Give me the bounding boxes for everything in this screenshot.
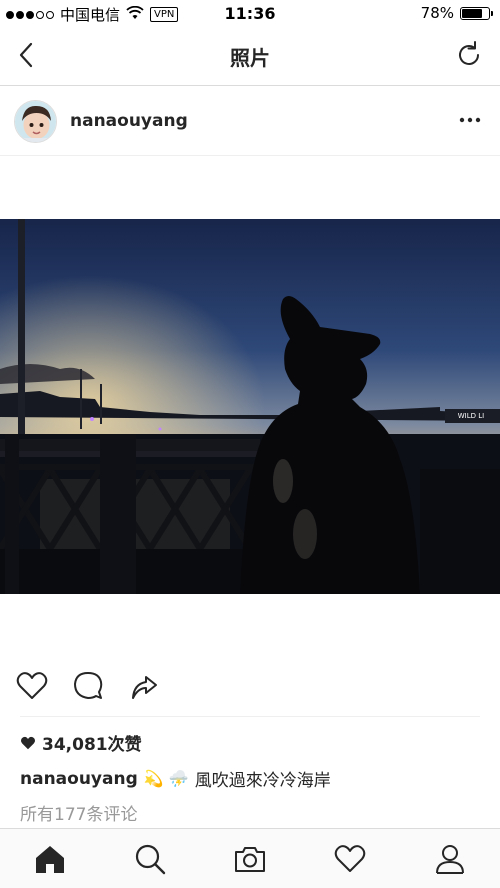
home-icon — [36, 846, 64, 873]
refresh-icon — [459, 41, 479, 65]
caption-username[interactable]: nanaouyang — [20, 769, 138, 789]
caption: nanaouyang 💫 ⛈️ 風吹過來冷冷海岸 — [20, 766, 331, 792]
comment-icon — [74, 672, 103, 699]
avatar-image — [15, 101, 56, 142]
search-icon — [135, 844, 166, 875]
status-right: 78% — [420, 4, 493, 22]
like-button[interactable] — [14, 668, 50, 704]
battery-percent: 78% — [420, 4, 454, 22]
sunset-silhouette-image: WILD LI — [0, 219, 500, 594]
nav-bar: 照片 — [0, 28, 500, 86]
svg-text:WILD LI: WILD LI — [458, 412, 484, 420]
heart-filled-icon — [20, 736, 36, 749]
tab-activity[interactable] — [332, 841, 368, 877]
tab-home[interactable] — [32, 841, 68, 877]
share-button[interactable] — [126, 668, 162, 704]
likes-count[interactable]: 34,081次赞 — [20, 730, 142, 755]
view-all-comments-link[interactable]: 所有177条评论 — [20, 800, 137, 825]
battery-icon — [460, 6, 493, 20]
ellipsis-icon — [459, 117, 481, 123]
activity-heart-icon — [334, 845, 366, 872]
post-actions — [0, 668, 500, 708]
status-bar: 中国电信 VPN 11:36 78% — [0, 0, 500, 28]
profile-icon — [436, 845, 464, 874]
share-icon — [132, 676, 157, 699]
divider — [20, 716, 480, 717]
page-title: 照片 — [230, 46, 270, 70]
avatar[interactable] — [14, 100, 57, 143]
likes-label: 34,081次赞 — [42, 735, 142, 755]
heart-icon — [16, 672, 48, 699]
comment-button[interactable] — [70, 668, 106, 704]
tab-camera[interactable] — [232, 841, 268, 877]
post-username[interactable]: nanaouyang — [70, 111, 188, 131]
post-header: nanaouyang — [0, 86, 500, 156]
more-options-button[interactable] — [458, 108, 482, 132]
tab-bar — [0, 828, 500, 888]
refresh-button[interactable] — [454, 40, 484, 70]
caption-text: 風吹過來冷冷海岸 — [194, 771, 331, 791]
tab-profile[interactable] — [432, 841, 468, 877]
camera-icon — [235, 847, 265, 872]
tab-search[interactable] — [132, 841, 168, 877]
post-photo[interactable]: WILD LI — [0, 219, 500, 594]
caption-emoji: 💫 ⛈️ — [143, 769, 189, 788]
